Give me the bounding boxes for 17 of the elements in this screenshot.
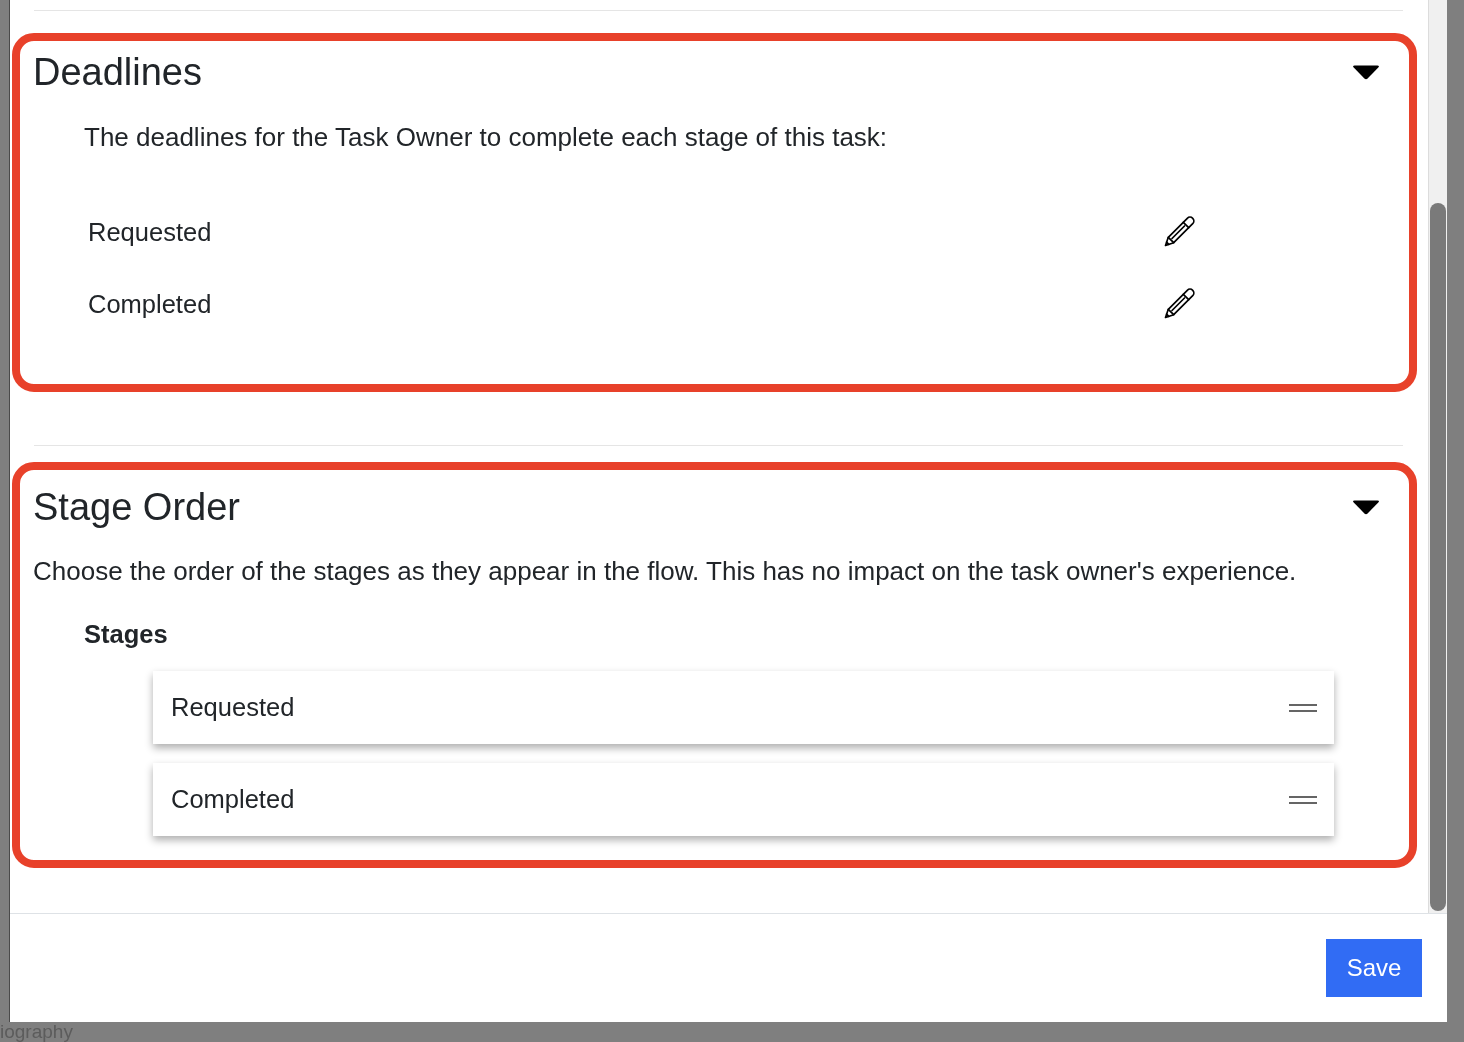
list-label: Stages [84, 619, 169, 650]
save-button[interactable]: Save [1326, 939, 1422, 997]
section-heading: Deadlines [33, 50, 202, 94]
section-description: The deadlines for the Task Owner to complete each stage of this task: [84, 121, 889, 153]
deadline-label: Requested [88, 217, 213, 248]
deadline-label: Completed [88, 289, 213, 320]
stage-card[interactable]: Completed [153, 763, 1334, 836]
pencil-icon[interactable] [1163, 288, 1195, 320]
section-heading: Stage Order [33, 485, 240, 529]
caret-down-icon[interactable] [1352, 499, 1380, 515]
section-description: Choose the order of the stages as they appear in the flow. This has no impact on the task owner's experience. [33, 555, 1298, 587]
drag-handle-icon[interactable] [1289, 703, 1317, 712]
stage-card[interactable]: Requested [153, 671, 1334, 744]
drag-handle-icon[interactable] [1289, 795, 1317, 804]
scrollbar-thumb[interactable] [1430, 203, 1446, 911]
caret-down-icon[interactable] [1352, 64, 1380, 80]
pencil-icon[interactable] [1163, 216, 1195, 248]
